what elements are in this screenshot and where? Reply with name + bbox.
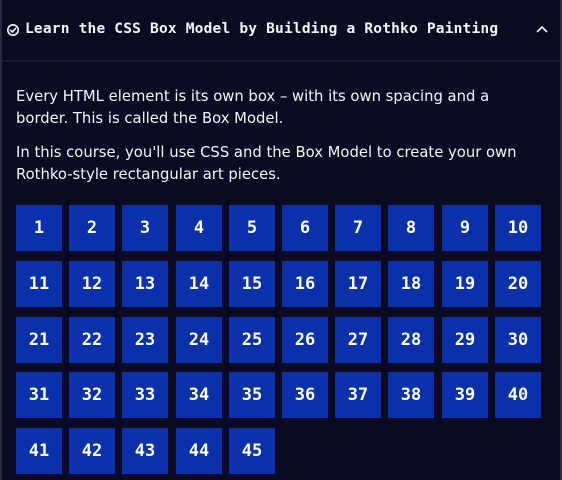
intro-paragraph-1: Every HTML element is its own box – with… [16, 88, 490, 127]
step-button-30[interactable]: 30 [495, 317, 541, 363]
step-button-43[interactable]: 43 [122, 428, 168, 474]
course-header[interactable]: Learn the CSS Box Model by Building a Ro… [2, 0, 560, 62]
step-button-38[interactable]: 38 [388, 372, 434, 418]
course-title: Learn the CSS Box Model by Building a Ro… [25, 21, 499, 37]
step-button-23[interactable]: 23 [122, 317, 168, 363]
step-button-44[interactable]: 44 [176, 428, 222, 474]
step-button-34[interactable]: 34 [176, 372, 222, 418]
step-button-40[interactable]: 40 [495, 372, 541, 418]
step-button-7[interactable]: 7 [335, 205, 381, 251]
step-button-3[interactable]: 3 [122, 205, 168, 251]
chevron-up-icon[interactable] [536, 25, 548, 33]
step-button-26[interactable]: 26 [282, 317, 328, 363]
step-button-24[interactable]: 24 [176, 317, 222, 363]
step-button-17[interactable]: 17 [335, 261, 381, 307]
intro-paragraph-2: In this course, you'll use CSS and the B… [16, 144, 517, 183]
step-button-11[interactable]: 11 [16, 261, 62, 307]
step-button-19[interactable]: 19 [442, 261, 488, 307]
step-button-4[interactable]: 4 [176, 205, 222, 251]
step-button-2[interactable]: 2 [69, 205, 115, 251]
course-panel: Learn the CSS Box Model by Building a Ro… [0, 0, 562, 480]
step-button-12[interactable]: 12 [69, 261, 115, 307]
step-button-21[interactable]: 21 [16, 317, 62, 363]
step-button-32[interactable]: 32 [69, 372, 115, 418]
step-button-45[interactable]: 45 [229, 428, 275, 474]
step-button-31[interactable]: 31 [16, 372, 62, 418]
step-button-27[interactable]: 27 [335, 317, 381, 363]
step-button-37[interactable]: 37 [335, 372, 381, 418]
step-button-10[interactable]: 10 [495, 205, 541, 251]
step-button-25[interactable]: 25 [229, 317, 275, 363]
step-button-41[interactable]: 41 [16, 428, 62, 474]
step-button-29[interactable]: 29 [442, 317, 488, 363]
step-button-35[interactable]: 35 [229, 372, 275, 418]
step-button-13[interactable]: 13 [122, 261, 168, 307]
step-button-8[interactable]: 8 [388, 205, 434, 251]
step-button-5[interactable]: 5 [229, 205, 275, 251]
check-circle-icon [7, 24, 19, 36]
step-button-18[interactable]: 18 [388, 261, 434, 307]
step-button-39[interactable]: 39 [442, 372, 488, 418]
step-button-20[interactable]: 20 [495, 261, 541, 307]
step-button-28[interactable]: 28 [388, 317, 434, 363]
step-button-9[interactable]: 9 [442, 205, 488, 251]
step-button-1[interactable]: 1 [16, 205, 62, 251]
step-button-6[interactable]: 6 [282, 205, 328, 251]
step-button-16[interactable]: 16 [282, 261, 328, 307]
step-button-15[interactable]: 15 [229, 261, 275, 307]
step-button-33[interactable]: 33 [122, 372, 168, 418]
step-button-42[interactable]: 42 [69, 428, 115, 474]
step-button-36[interactable]: 36 [282, 372, 328, 418]
step-button-14[interactable]: 14 [176, 261, 222, 307]
step-button-22[interactable]: 22 [69, 317, 115, 363]
